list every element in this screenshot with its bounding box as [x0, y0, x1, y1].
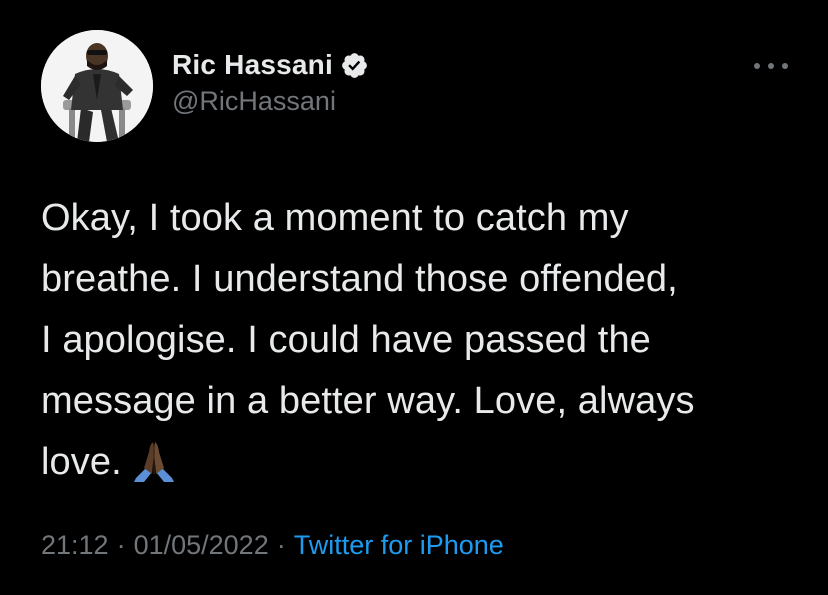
- avatar[interactable]: [41, 30, 153, 142]
- verified-badge-icon: [340, 51, 369, 80]
- meta-separator: ·: [276, 530, 286, 560]
- author-handle[interactable]: @RicHassani: [172, 86, 336, 117]
- tweet-line: love.: [41, 441, 122, 483]
- tweet-time[interactable]: 21:12: [41, 530, 109, 560]
- display-name[interactable]: Ric Hassani: [172, 49, 333, 81]
- more-dot: [768, 63, 774, 69]
- folded-hands-emoji-icon: [132, 438, 176, 482]
- tweet-text: Okay, I took a moment to catch my breath…: [41, 188, 811, 493]
- tweet-source-link[interactable]: Twitter for iPhone: [294, 530, 504, 560]
- meta-separator: ·: [116, 530, 126, 560]
- tweet-card: Ric Hassani @RicHassani Okay, I took a m…: [0, 0, 828, 595]
- tweet-meta: 21:12 · 01/05/2022 · Twitter for iPhone: [41, 530, 504, 561]
- author-name-row: Ric Hassani: [172, 48, 369, 82]
- tweet-line: I apologise. I could have passed the: [41, 319, 651, 361]
- more-horizontal-icon[interactable]: [754, 56, 788, 76]
- tweet-date[interactable]: 01/05/2022: [134, 530, 269, 560]
- tweet-last-line: love.: [41, 432, 811, 493]
- more-dot: [782, 63, 788, 69]
- tweet-line: Okay, I took a moment to catch my: [41, 197, 629, 239]
- more-dot: [754, 63, 760, 69]
- tweet-line: breathe. I understand those offended,: [41, 258, 678, 300]
- tweet-line: message in a better way. Love, always: [41, 380, 695, 422]
